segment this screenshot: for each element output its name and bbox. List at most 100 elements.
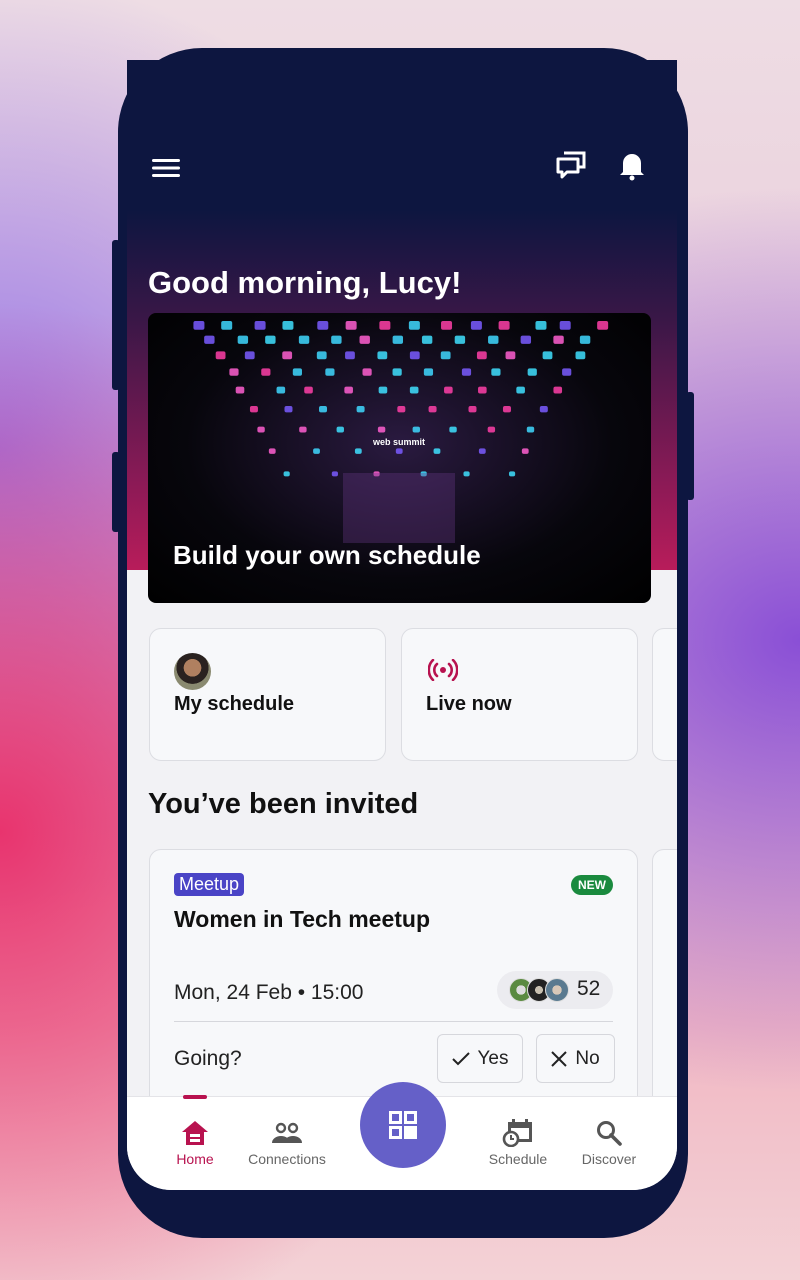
quick-link-label: Live now: [426, 693, 512, 715]
schedule-banner[interactable]: web summit Build your own schedule: [148, 313, 651, 603]
live-broadcast-icon: [427, 658, 459, 686]
stage-light: [433, 448, 441, 454]
stage-light: [520, 335, 532, 344]
stage-light: [508, 471, 516, 477]
stage-light: [408, 321, 420, 330]
stage-light: [331, 335, 342, 344]
stage-light: [553, 386, 563, 394]
stage-light: [542, 351, 553, 360]
stage-light: [235, 386, 245, 394]
stage-light: [579, 335, 591, 344]
stage-light: [575, 351, 586, 360]
stage-light: [502, 406, 511, 413]
stage-light: [316, 351, 327, 360]
stage-light: [221, 321, 233, 330]
stage-light: [244, 351, 255, 360]
stage-light: [535, 321, 547, 330]
quick-link-more[interactable]: [652, 628, 677, 761]
section-title: You’ve been invited: [148, 788, 419, 820]
stage-light: [336, 426, 344, 433]
stage-light: [362, 368, 372, 376]
stage-light: [249, 406, 258, 413]
web-summit-logo: web summit: [372, 437, 425, 447]
stage-light: [527, 368, 537, 376]
yes-label: Yes: [477, 1047, 509, 1069]
nav-discover[interactable]: Discover: [573, 1097, 645, 1190]
quick-link-my-schedule[interactable]: My schedule: [149, 628, 386, 761]
stage-light: [441, 321, 453, 330]
nav-label: Schedule: [488, 1151, 548, 1167]
stage-light: [498, 321, 510, 330]
stage-light: [292, 368, 302, 376]
divider: [174, 1021, 613, 1022]
quick-link-label: My schedule: [174, 693, 295, 715]
stage-light: [559, 321, 571, 330]
stage-light: [421, 335, 433, 344]
apps-fab-button[interactable]: [360, 1082, 446, 1168]
stage-light: [476, 351, 487, 360]
stage-light: [470, 321, 482, 330]
stage-light: [444, 386, 453, 394]
stage-light: [409, 386, 419, 394]
stage-light: [304, 386, 313, 394]
new-badge: NEW: [571, 875, 613, 895]
stage-light: [282, 351, 293, 360]
chat-icon[interactable]: [556, 151, 586, 186]
going-label: Going?: [174, 1047, 242, 1070]
quick-link-live-now[interactable]: Live now: [401, 628, 638, 761]
stage-light: [261, 368, 271, 376]
search-icon: [597, 1121, 622, 1146]
attendees[interactable]: 52: [497, 971, 613, 1009]
stage-light: [229, 368, 239, 376]
stage-light: [313, 448, 320, 454]
stage-light: [553, 335, 564, 344]
greeting-title: Good morning, Lucy!: [148, 265, 462, 300]
stage-light: [505, 351, 516, 360]
avatar: [174, 653, 211, 690]
event-type-tag: Meetup: [174, 873, 245, 896]
stage-light: [562, 368, 572, 376]
nav-home[interactable]: Home: [165, 1097, 225, 1190]
stage-light: [254, 321, 266, 330]
stage-light: [423, 368, 434, 376]
stage-light: [521, 448, 529, 454]
stage-light: [468, 406, 477, 413]
stage-light: [354, 448, 362, 454]
nav-label: Discover: [581, 1151, 637, 1167]
stage-light: [344, 386, 353, 394]
stage-light: [409, 351, 420, 360]
connections-icon: [272, 1122, 302, 1143]
attendee-avatar: [545, 978, 569, 1002]
yes-button[interactable]: Yes: [437, 1034, 523, 1083]
stage-light: [449, 426, 457, 433]
event-title: Women in Tech meetup: [174, 906, 431, 932]
stage-light: [392, 335, 404, 344]
stage-light: [377, 351, 388, 360]
stage-light: [356, 406, 365, 413]
stage-light: [317, 321, 329, 330]
nav-connections[interactable]: Connections: [237, 1097, 337, 1190]
menu-icon[interactable]: [152, 157, 180, 184]
stage-light: [204, 335, 215, 344]
no-button[interactable]: No: [536, 1034, 615, 1083]
stage-light: [597, 321, 609, 330]
stage-reflection: [343, 473, 455, 543]
stage-light: [265, 335, 276, 344]
attendee-count: 52: [577, 977, 601, 1000]
stage-light: [478, 386, 487, 394]
stage-light: [491, 368, 501, 376]
stage-light: [478, 448, 486, 454]
stage-light: [488, 335, 499, 344]
stage-light: [526, 426, 535, 433]
stage-light: [461, 368, 472, 376]
stage-light: [325, 368, 335, 376]
stage-light: [268, 448, 276, 454]
stage-light: [397, 406, 406, 413]
nav-schedule[interactable]: Schedule: [478, 1097, 558, 1190]
stage-light: [392, 368, 402, 376]
stage-light: [319, 406, 328, 413]
stage-light: [412, 426, 420, 433]
stage-light: [516, 386, 525, 394]
stage-light: [487, 426, 496, 433]
bell-icon[interactable]: [617, 150, 647, 187]
